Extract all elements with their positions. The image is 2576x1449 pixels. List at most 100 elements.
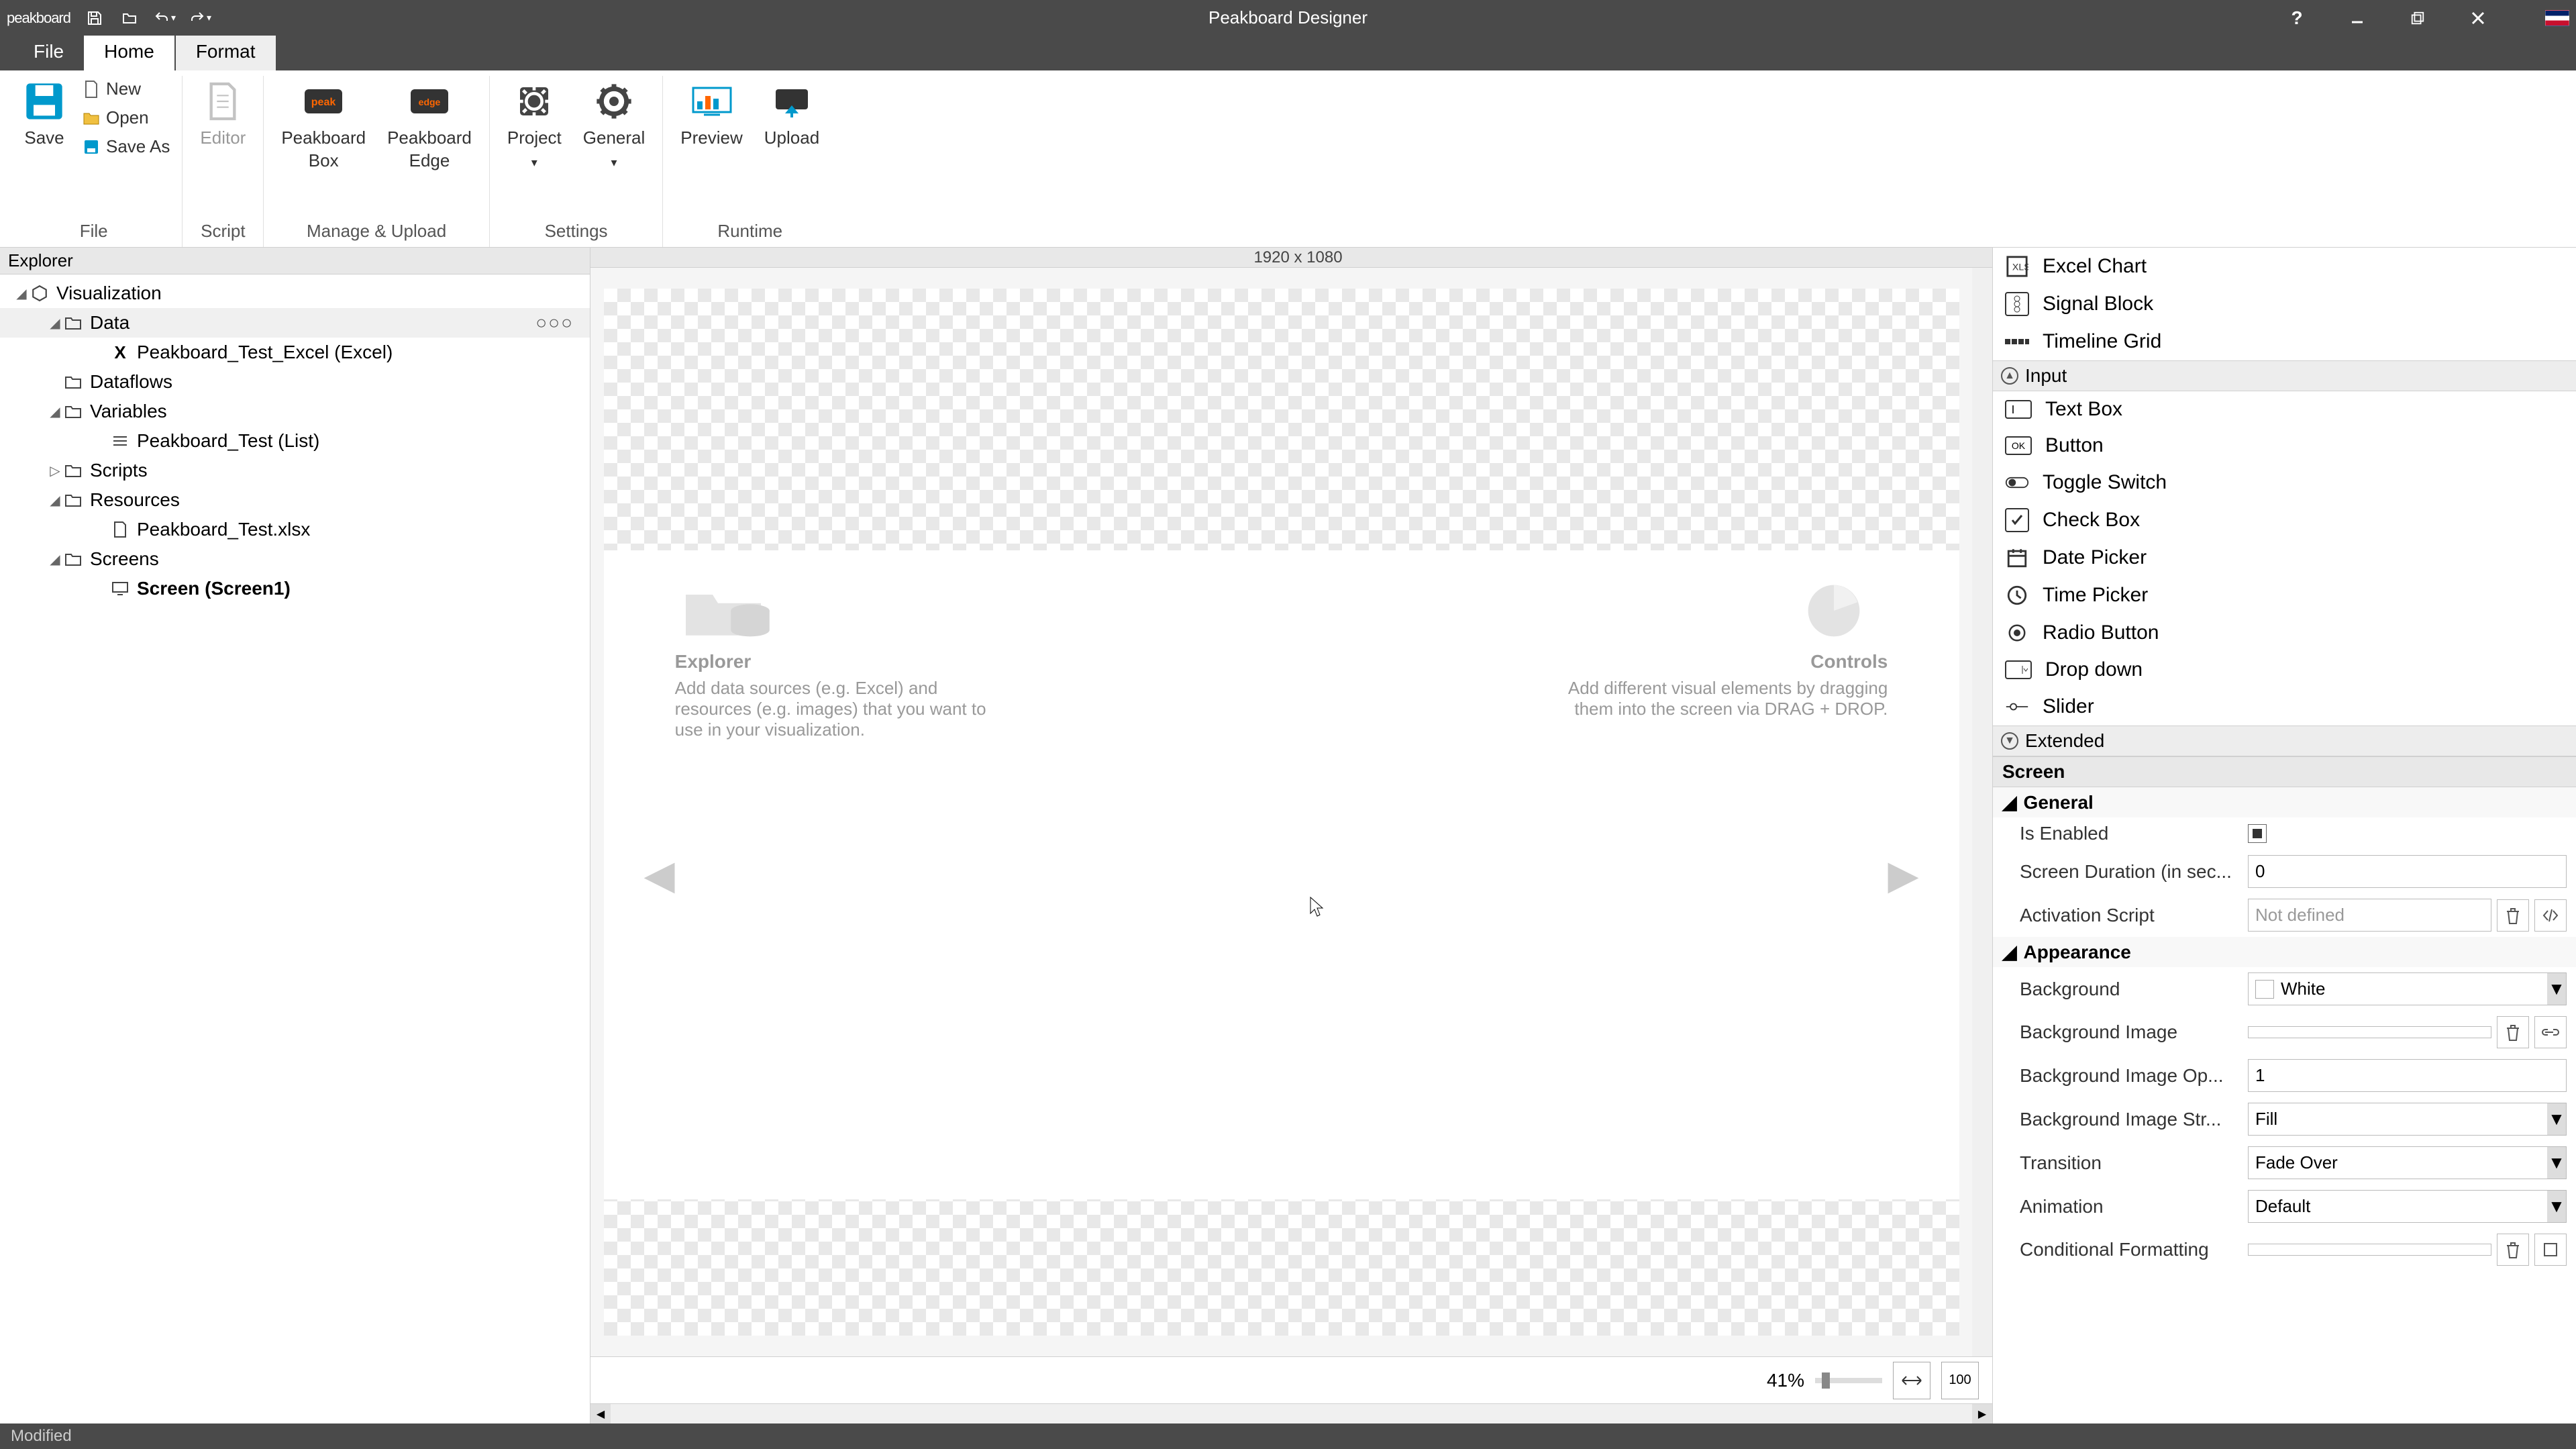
minimize-button[interactable] <box>2344 5 2371 32</box>
dropdown-arrow-icon[interactable]: ▼ <box>2547 973 2566 1005</box>
control-slider[interactable]: Slider <box>1993 688 2576 726</box>
control-check-box[interactable]: Check Box <box>1993 501 2576 539</box>
expand-icon[interactable]: ◢ <box>47 492 63 509</box>
tree-resources[interactable]: ◢ Resources <box>0 485 590 515</box>
control-excel-chart[interactable]: XLS Excel Chart <box>1993 248 2576 285</box>
qat-redo-icon[interactable]: ▾ <box>189 7 211 29</box>
more-icon[interactable]: ○○○ <box>535 312 574 334</box>
new-button[interactable]: New <box>82 79 170 99</box>
prop-label: Transition <box>2020 1152 2241 1174</box>
prop-section-appearance[interactable]: ◢ Appearance <box>1993 937 2576 967</box>
delete-button[interactable] <box>2497 1234 2529 1266</box>
expand-icon[interactable]: ▷ <box>47 462 63 479</box>
status-bar: Modified <box>0 1423 2576 1449</box>
peakboard-edge-button[interactable]: edge Peakboard Edge <box>376 76 482 177</box>
right-panel: XLS Excel Chart Signal Block Timeline Gr… <box>1992 248 2576 1423</box>
screen-duration-input[interactable]: 0 <box>2248 855 2567 888</box>
tree-screen1[interactable]: Screen (Screen1) <box>0 574 590 603</box>
tab-format[interactable]: Format <box>176 33 276 70</box>
expand-icon[interactable]: ◢ <box>13 285 30 302</box>
prop-section-general[interactable]: ◢ General <box>1993 787 2576 817</box>
bg-image-opacity-input[interactable]: 1 <box>2248 1059 2567 1092</box>
design-surface[interactable]: ◀ Explorer Add data sources (e.g. Excel)… <box>604 289 1959 1336</box>
cond-fmt-input[interactable] <box>2248 1244 2491 1256</box>
bg-image-input[interactable] <box>2248 1026 2491 1038</box>
control-button[interactable]: OK Button <box>1993 428 2576 464</box>
editor-button[interactable]: Editor <box>189 76 256 154</box>
horizontal-scrollbar[interactable]: ◀ ▶ <box>590 1403 1992 1423</box>
isenabled-checkbox[interactable] <box>2248 824 2267 843</box>
preview-label: Preview <box>680 127 742 150</box>
expand-icon[interactable]: ◢ <box>47 551 63 568</box>
canvas-body[interactable]: ◀ Explorer Add data sources (e.g. Excel)… <box>590 268 1972 1356</box>
tree-scripts[interactable]: ▷ Scripts <box>0 456 590 485</box>
tree-data[interactable]: ◢ Data ○○○ <box>0 308 590 338</box>
tree-variables[interactable]: ◢ Variables <box>0 397 590 426</box>
general-button[interactable]: General▾ <box>572 76 656 177</box>
control-dropdown[interactable]: Drop down <box>1993 652 2576 688</box>
open-button[interactable]: Open <box>82 107 170 128</box>
dropdown-arrow-icon[interactable]: ▼ <box>2547 1147 2566 1179</box>
activation-script-input[interactable]: Not defined <box>2248 899 2491 932</box>
transition-select[interactable]: Fade Over ▼ <box>2248 1146 2567 1179</box>
peakboard-box-button[interactable]: peak Peakboard Box <box>270 76 376 177</box>
hint-body: Add different visual elements by draggin… <box>1565 678 1888 719</box>
tree-label: Peakboard_Test_Excel (Excel) <box>137 342 393 363</box>
qat-undo-icon[interactable]: ▾ <box>154 7 176 29</box>
tree-screens[interactable]: ◢ Screens <box>0 544 590 574</box>
qat-open-icon[interactable] <box>119 7 140 29</box>
controls-section-input[interactable]: ▲ Input <box>1993 360 2576 391</box>
scroll-right-icon[interactable]: ▶ <box>1972 1404 1992 1423</box>
control-time-picker[interactable]: Time Picker <box>1993 577 2576 614</box>
saveas-button[interactable]: Save As <box>82 136 170 157</box>
tree-excel-source[interactable]: X Peakboard_Test_Excel (Excel) <box>0 338 590 367</box>
group-label-runtime: Runtime <box>717 218 782 247</box>
bg-image-stretch-select[interactable]: Fill ▼ <box>2248 1103 2567 1136</box>
delete-button[interactable] <box>2497 899 2529 932</box>
prop-label: Conditional Formatting <box>2020 1239 2241 1260</box>
pbbox-label: Peakboard Box <box>281 127 366 172</box>
zoom-100-button[interactable]: 100 <box>1941 1362 1979 1399</box>
close-button[interactable] <box>2465 5 2491 32</box>
control-toggle-switch[interactable]: Toggle Switch <box>1993 464 2576 501</box>
dropdown-icon <box>2005 660 2032 679</box>
tree-label: Visualization <box>56 283 162 304</box>
control-signal-block[interactable]: Signal Block <box>1993 285 2576 323</box>
prop-screen-duration: Screen Duration (in sec... 0 <box>1993 850 2576 893</box>
controls-section-extended[interactable]: ▼ Extended <box>1993 726 2576 756</box>
dropdown-arrow-icon[interactable]: ▼ <box>2547 1191 2566 1222</box>
language-flag-icon[interactable] <box>2545 10 2569 26</box>
control-timeline-grid[interactable]: Timeline Grid <box>1993 323 2576 360</box>
scroll-left-icon[interactable]: ◀ <box>590 1404 611 1423</box>
maximize-button[interactable] <box>2404 5 2431 32</box>
dropdown-arrow-icon[interactable]: ▼ <box>2547 1103 2566 1135</box>
expand-icon[interactable]: ◢ <box>47 315 63 332</box>
prop-transition: Transition Fade Over ▼ <box>1993 1141 2576 1185</box>
tab-home[interactable]: Home <box>84 33 174 70</box>
tree-resource-file[interactable]: Peakboard_Test.xlsx <box>0 515 590 544</box>
preview-button[interactable]: Preview <box>670 76 753 154</box>
control-radio-button[interactable]: Radio Button <box>1993 614 2576 652</box>
tree-visualization[interactable]: ◢ Visualization <box>0 279 590 308</box>
help-button[interactable]: ? <box>2283 5 2310 32</box>
expand-icon[interactable]: ◢ <box>47 403 63 420</box>
link-button[interactable] <box>2534 1016 2567 1048</box>
fit-width-button[interactable] <box>1893 1362 1930 1399</box>
edit-button[interactable] <box>2534 1234 2567 1266</box>
script-editor-button[interactable] <box>2534 899 2567 932</box>
control-text-box[interactable]: Text Box <box>1993 391 2576 428</box>
delete-button[interactable] <box>2497 1016 2529 1048</box>
animation-select[interactable]: Default ▼ <box>2248 1190 2567 1223</box>
save-button[interactable]: Save <box>12 76 76 154</box>
tree-dataflows[interactable]: Dataflows <box>0 367 590 397</box>
background-select[interactable]: White ▼ <box>2248 972 2567 1005</box>
tree-var-list[interactable]: Peakboard_Test (List) <box>0 426 590 456</box>
zoom-slider[interactable] <box>1815 1378 1882 1383</box>
tab-file[interactable]: File <box>13 33 84 70</box>
control-date-picker[interactable]: Date Picker <box>1993 539 2576 577</box>
hint-title: Explorer <box>675 651 997 672</box>
vertical-scrollbar[interactable] <box>1972 268 1992 1356</box>
upload-button[interactable]: Upload <box>754 76 830 154</box>
project-button[interactable]: Project▾ <box>497 76 572 177</box>
qat-save-icon[interactable] <box>84 7 105 29</box>
